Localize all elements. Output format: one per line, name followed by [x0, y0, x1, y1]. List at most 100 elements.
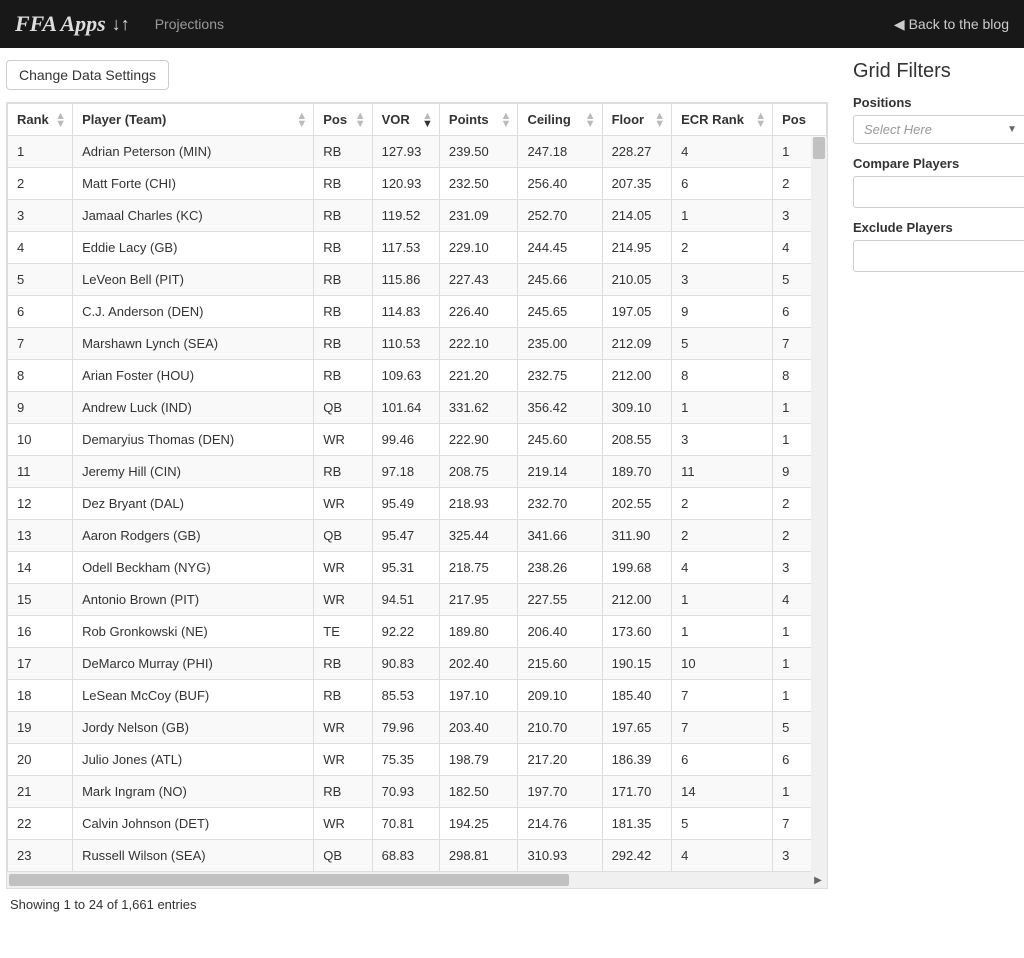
cell-floor: 171.70	[602, 776, 672, 808]
cell-points: 226.40	[439, 296, 518, 328]
cell-ceiling: 245.65	[518, 296, 602, 328]
cell-pos: WR	[314, 488, 372, 520]
cell-ecr: 4	[672, 136, 773, 168]
cell-floor: 212.00	[602, 360, 672, 392]
horizontal-scrollbar[interactable]: ▶	[7, 872, 827, 888]
cell-floor: 214.05	[602, 200, 672, 232]
sort-icon: ▲▼	[654, 112, 665, 128]
table-row: 9Andrew Luck (IND)QB101.64331.62356.4230…	[8, 392, 827, 424]
cell-player: Rob Gronkowski (NE)	[73, 616, 314, 648]
cell-pos: WR	[314, 808, 372, 840]
cell-ecr: 4	[672, 840, 773, 872]
exclude-label: Exclude Players	[853, 220, 1024, 235]
cell-player: LeSean McCoy (BUF)	[73, 680, 314, 712]
cell-ceiling: 215.60	[518, 648, 602, 680]
cell-ecr: 7	[672, 712, 773, 744]
col-header-player[interactable]: Player (Team)▲▼	[73, 104, 314, 136]
nav-projections[interactable]: Projections	[155, 16, 224, 32]
cell-ecr: 4	[672, 552, 773, 584]
col-header-vor[interactable]: VOR▲▼	[372, 104, 439, 136]
cell-points: 218.75	[439, 552, 518, 584]
cell-vor: 95.31	[372, 552, 439, 584]
cell-vor: 109.63	[372, 360, 439, 392]
col-header-posrank[interactable]: Pos	[773, 104, 827, 136]
cell-pos: RB	[314, 648, 372, 680]
cell-rank: 14	[8, 552, 73, 584]
cell-player: Calvin Johnson (DET)	[73, 808, 314, 840]
back-to-blog-link[interactable]: ◀ Back to the blog	[894, 16, 1009, 33]
filters-sidebar: Grid Filters Positions Select Here ▼ Com…	[853, 60, 1024, 920]
cell-points: 331.62	[439, 392, 518, 424]
cell-rank: 13	[8, 520, 73, 552]
sort-icon: ▲▼	[55, 112, 66, 128]
cell-pos: RB	[314, 328, 372, 360]
cell-ceiling: 197.70	[518, 776, 602, 808]
table-row: 23Russell Wilson (SEA)QB68.83298.81310.9…	[8, 840, 827, 872]
cell-points: 222.10	[439, 328, 518, 360]
col-header-floor[interactable]: Floor▲▼	[602, 104, 672, 136]
cell-floor: 173.60	[602, 616, 672, 648]
table-row: 4Eddie Lacy (GB)RB117.53229.10244.45214.…	[8, 232, 827, 264]
cell-ecr: 6	[672, 168, 773, 200]
cell-ecr: 2	[672, 520, 773, 552]
cell-ecr: 7	[672, 680, 773, 712]
brand-logo[interactable]: FFA Apps ↓↑	[15, 11, 130, 37]
cell-floor: 292.42	[602, 840, 672, 872]
table-row: 14Odell Beckham (NYG)WR95.31218.75238.26…	[8, 552, 827, 584]
table-row: 7Marshawn Lynch (SEA)RB110.53222.10235.0…	[8, 328, 827, 360]
exclude-players-input[interactable]	[853, 240, 1024, 272]
cell-rank: 21	[8, 776, 73, 808]
cell-rank: 8	[8, 360, 73, 392]
cell-pos: RB	[314, 264, 372, 296]
cell-points: 229.10	[439, 232, 518, 264]
cell-player: LeVeon Bell (PIT)	[73, 264, 314, 296]
cell-player: Adrian Peterson (MIN)	[73, 136, 314, 168]
cell-vor: 117.53	[372, 232, 439, 264]
col-header-points[interactable]: Points▲▼	[439, 104, 518, 136]
col-header-ceiling[interactable]: Ceiling▲▼	[518, 104, 602, 136]
cell-floor: 311.90	[602, 520, 672, 552]
cell-vor: 70.81	[372, 808, 439, 840]
cell-vor: 101.64	[372, 392, 439, 424]
table-scroll-area[interactable]: Rank▲▼ Player (Team)▲▼ Pos▲▼ VOR▲▼ Point…	[7, 103, 827, 872]
cell-ecr: 1	[672, 392, 773, 424]
cell-vor: 90.83	[372, 648, 439, 680]
cell-points: 221.20	[439, 360, 518, 392]
col-header-rank[interactable]: Rank▲▼	[8, 104, 73, 136]
cell-points: 227.43	[439, 264, 518, 296]
table-row: 6C.J. Anderson (DEN)RB114.83226.40245.65…	[8, 296, 827, 328]
cell-ceiling: 235.00	[518, 328, 602, 360]
cell-ecr: 3	[672, 424, 773, 456]
cell-pos: WR	[314, 424, 372, 456]
col-header-pos[interactable]: Pos▲▼	[314, 104, 372, 136]
scrollbar-thumb[interactable]	[813, 137, 825, 159]
cell-rank: 15	[8, 584, 73, 616]
col-header-ecr[interactable]: ECR Rank▲▼	[672, 104, 773, 136]
cell-floor: 197.65	[602, 712, 672, 744]
table-row: 12Dez Bryant (DAL)WR95.49218.93232.70202…	[8, 488, 827, 520]
cell-floor: 207.35	[602, 168, 672, 200]
scrollbar-thumb[interactable]	[9, 874, 569, 886]
sort-icon: ▲▼	[755, 112, 766, 128]
cell-points: 197.10	[439, 680, 518, 712]
vertical-scrollbar[interactable]	[811, 137, 827, 872]
cell-points: 217.95	[439, 584, 518, 616]
cell-floor: 199.68	[602, 552, 672, 584]
change-data-settings-button[interactable]: Change Data Settings	[6, 60, 169, 90]
cell-ecr: 1	[672, 616, 773, 648]
cell-ceiling: 247.18	[518, 136, 602, 168]
cell-ceiling: 252.70	[518, 200, 602, 232]
cell-floor: 197.05	[602, 296, 672, 328]
cell-rank: 5	[8, 264, 73, 296]
scroll-right-icon[interactable]: ▶	[811, 874, 825, 886]
positions-select[interactable]: Select Here ▼	[853, 115, 1024, 144]
table-row: 13Aaron Rodgers (GB)QB95.47325.44341.663…	[8, 520, 827, 552]
cell-ecr: 10	[672, 648, 773, 680]
compare-players-input[interactable]	[853, 176, 1024, 208]
projections-table: Rank▲▼ Player (Team)▲▼ Pos▲▼ VOR▲▼ Point…	[7, 103, 827, 872]
cell-rank: 4	[8, 232, 73, 264]
filters-title: Grid Filters	[853, 60, 1024, 83]
cell-rank: 23	[8, 840, 73, 872]
cell-vor: 79.96	[372, 712, 439, 744]
cell-rank: 2	[8, 168, 73, 200]
